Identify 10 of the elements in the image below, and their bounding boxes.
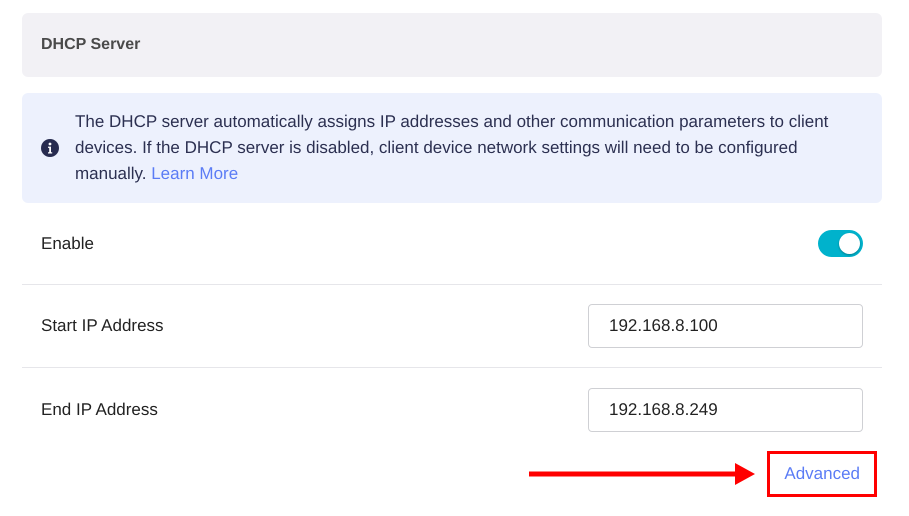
input-field[interactable]: 192.168.8.100 [588, 304, 863, 348]
toggle-switch[interactable] [818, 230, 863, 257]
setting-label: End IP Address [41, 398, 158, 421]
info-icon [41, 139, 59, 157]
input-field[interactable]: 192.168.8.249 [588, 388, 863, 432]
advanced-link[interactable]: Advanced [767, 451, 877, 496]
setting-label: Enable [41, 232, 94, 255]
section-header: DHCP Server [22, 13, 882, 77]
setting-label: Start IP Address [41, 315, 164, 338]
info-text: The DHCP server automatically assigns IP addresses and other communication parameters to client devices. If the DHCP server is disabled, client device network settings will need to be configured manually. Learn More [75, 111, 830, 185]
